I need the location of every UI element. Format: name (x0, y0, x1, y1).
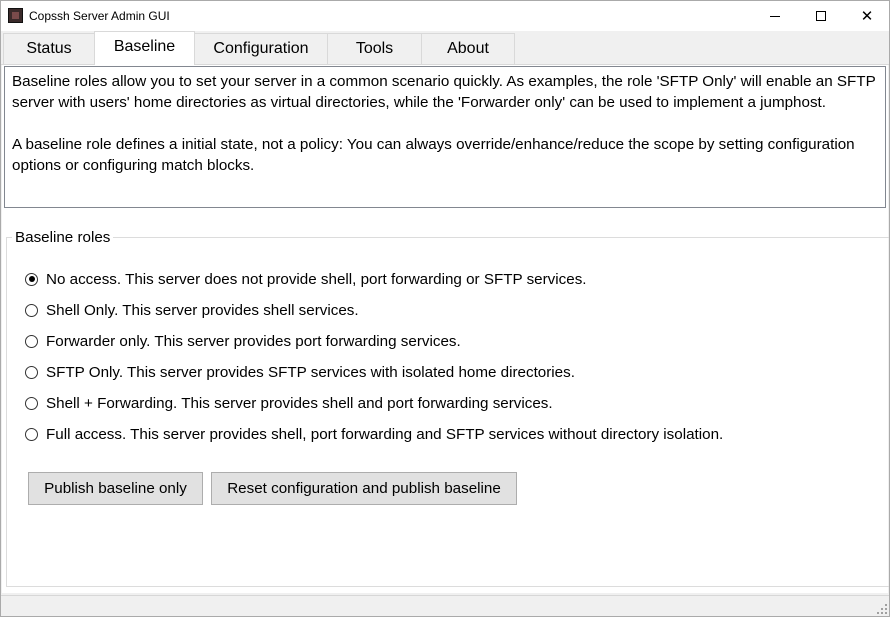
window-title: Copssh Server Admin GUI (29, 9, 170, 23)
title-bar[interactable]: Copssh Server Admin GUI ✕ (1, 1, 889, 31)
radio-button[interactable] (25, 272, 38, 286)
radio-sftp-only[interactable]: SFTP Only. This server provides SFTP ser… (25, 361, 575, 383)
tab-strip: Status Baseline Configuration Tools Abou… (1, 31, 889, 65)
maximize-button[interactable] (798, 1, 844, 31)
radio-no-access[interactable]: No access. This server does not provide … (25, 268, 587, 290)
publish-baseline-only-button[interactable]: Publish baseline only (28, 472, 203, 505)
radio-full-access[interactable]: Full access. This server provides shell,… (25, 423, 723, 445)
radio-label: Forwarder only. This server provides por… (46, 332, 461, 350)
radio-shell-forwarding[interactable]: Shell + Forwarding. This server provides… (25, 392, 553, 414)
radio-button[interactable] (25, 334, 38, 348)
status-bar (1, 595, 889, 616)
radio-button[interactable] (25, 396, 38, 410)
radio-label: Shell + Forwarding. This server provides… (46, 394, 553, 412)
description-paragraph-1: Baseline roles allow you to set your ser… (12, 73, 876, 111)
maximize-icon (816, 11, 826, 21)
radio-label: Full access. This server provides shell,… (46, 425, 724, 443)
copssh-app-icon (8, 8, 23, 23)
tab-configuration[interactable]: Configuration (194, 33, 328, 64)
reset-and-publish-baseline-button[interactable]: Reset configuration and publish baseline (211, 472, 517, 505)
tab-about[interactable]: About (421, 33, 515, 64)
radio-label: Shell Only. This server provides shell s… (46, 301, 359, 319)
tab-tools[interactable]: Tools (327, 33, 422, 64)
radio-button[interactable] (25, 365, 38, 379)
minimize-button[interactable] (752, 1, 798, 31)
radio-button[interactable] (25, 303, 38, 317)
resize-grip-icon[interactable] (877, 604, 887, 614)
minimize-icon (770, 15, 780, 17)
close-button[interactable]: ✕ (844, 1, 890, 31)
baseline-description: Baseline roles allow you to set your ser… (4, 66, 886, 208)
description-paragraph-2: A baseline role defines a initial state,… (12, 136, 855, 174)
tab-baseline[interactable]: Baseline (94, 31, 195, 65)
app-window: Copssh Server Admin GUI ✕ Status Baselin… (0, 0, 890, 617)
baseline-tab-panel: Baseline roles allow you to set your ser… (2, 65, 889, 593)
close-icon: ✕ (860, 6, 874, 25)
radio-button[interactable] (25, 427, 38, 441)
radio-shell-only[interactable]: Shell Only. This server provides shell s… (25, 299, 359, 321)
radio-label: No access. This server does not provide … (46, 270, 587, 288)
radio-forwarder-only[interactable]: Forwarder only. This server provides por… (25, 330, 461, 352)
baseline-roles-legend: Baseline roles (12, 229, 114, 247)
tab-status[interactable]: Status (3, 33, 95, 64)
baseline-roles-group: Baseline roles No access. This server do… (6, 229, 889, 587)
radio-label: SFTP Only. This server provides SFTP ser… (46, 363, 575, 381)
